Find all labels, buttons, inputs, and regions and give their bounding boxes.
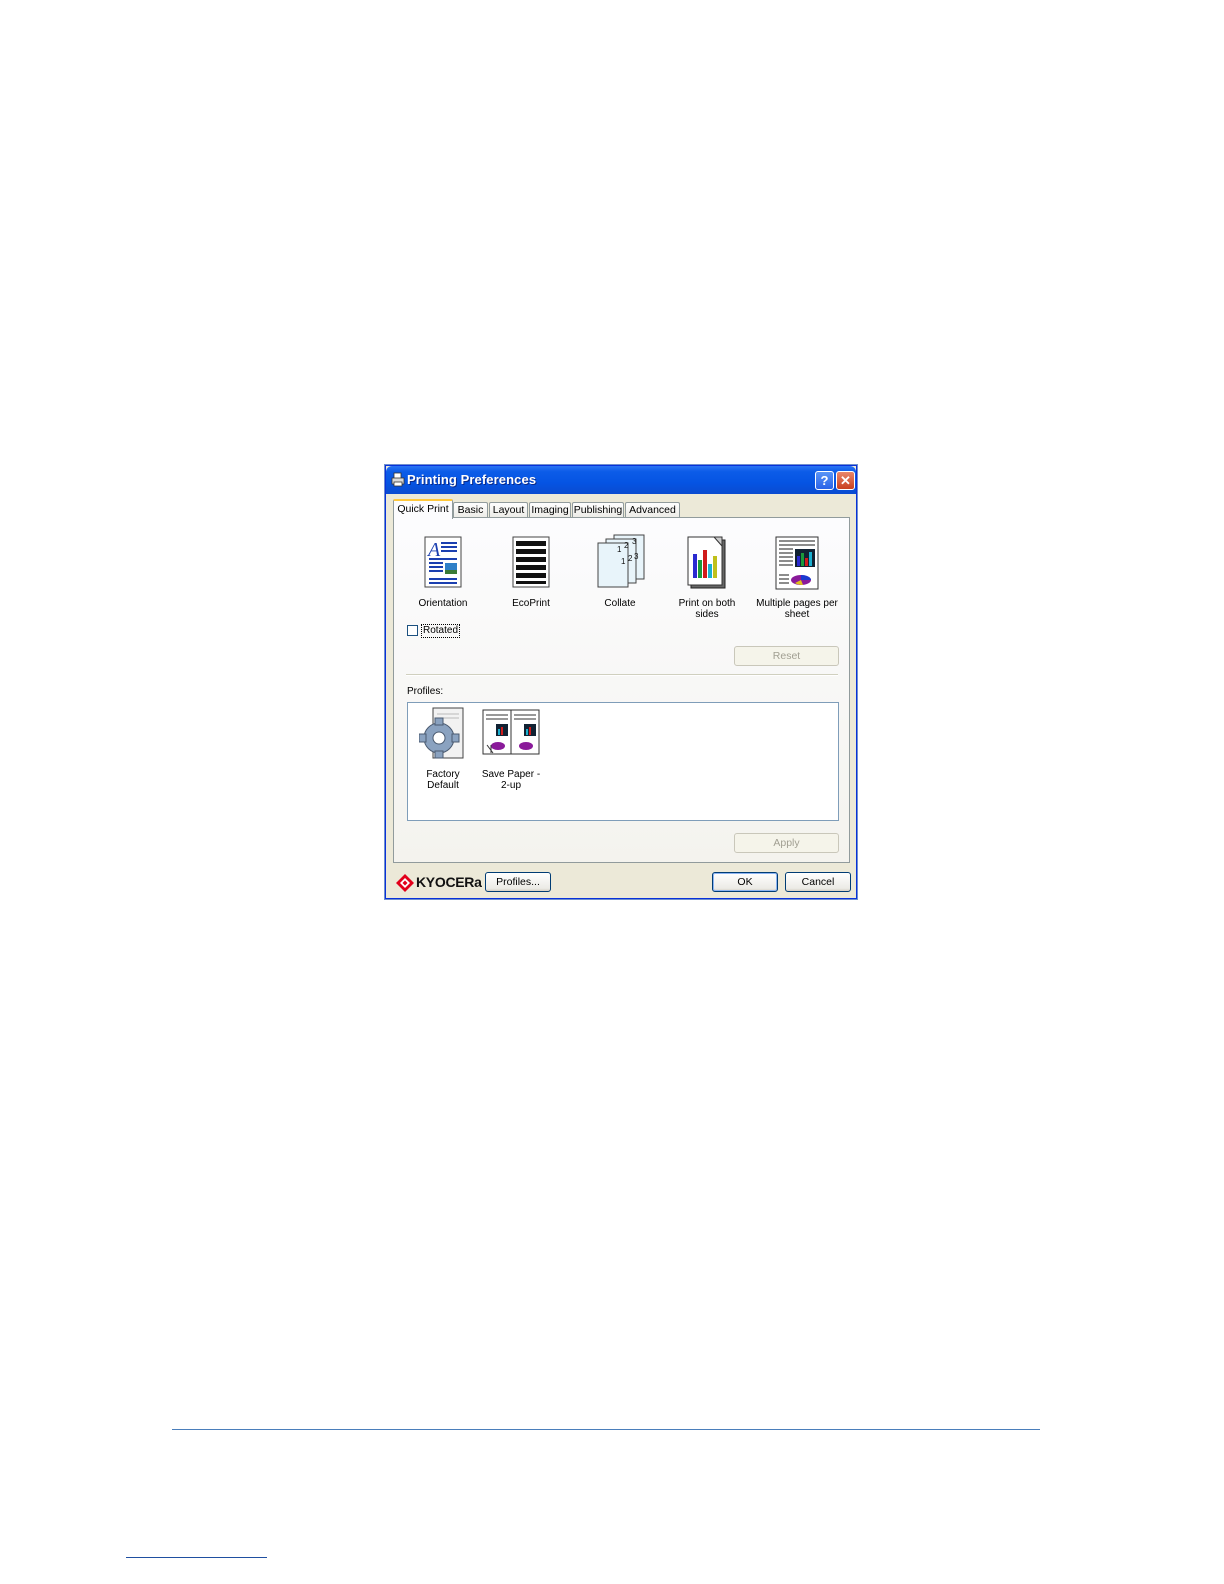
kyocera-logo-mark-icon	[396, 874, 414, 892]
svg-text:2: 2	[624, 541, 629, 550]
svg-text:1: 1	[617, 545, 622, 554]
multiple-pages-icon	[775, 536, 819, 590]
printing-preferences-dialog: Printing Preferences ? ✕ Quick Print Bas…	[385, 465, 857, 899]
window-title: Printing Preferences	[407, 472, 537, 487]
kyocera-logo: KYOCERa	[396, 873, 482, 893]
rotated-label[interactable]: Rotated	[421, 624, 461, 638]
printer-icon	[391, 472, 405, 487]
svg-text:3: 3	[634, 552, 639, 561]
profile-save-paper[interactable]: Save Paper - 2-up	[479, 706, 543, 791]
svg-text:3: 3	[632, 537, 637, 546]
multiple-pages-label: Multiple pages per sheet	[756, 598, 838, 620]
collate-label: Collate	[604, 598, 636, 609]
profiles-list[interactable]: Factory Default Save Paper - 2-up	[407, 702, 839, 821]
close-button[interactable]: ✕	[836, 471, 855, 490]
ecoprint-label: EcoPrint	[512, 598, 550, 609]
kyocera-wordmark: KYOCERa	[416, 874, 482, 890]
apply-button[interactable]: Apply	[734, 833, 839, 853]
section-divider	[406, 674, 838, 676]
duplex-label: Print on both sides	[678, 598, 736, 620]
collate-setting[interactable]: 3 2 1 3 2 1 Collate	[578, 534, 662, 609]
rotated-checkbox[interactable]	[407, 625, 418, 636]
cancel-button[interactable]: Cancel	[785, 872, 851, 892]
profiles-button[interactable]: Profiles...	[485, 872, 551, 892]
save-paper-icon	[482, 709, 540, 755]
tab-imaging[interactable]: Imaging	[529, 502, 571, 518]
footer-rule	[126, 1557, 267, 1558]
factory-default-label: Factory Default	[426, 769, 460, 791]
save-paper-label: Save Paper - 2-up	[481, 769, 541, 791]
title-bar[interactable]: Printing Preferences ? ✕	[386, 466, 856, 494]
tab-publishing[interactable]: Publishing	[572, 502, 624, 518]
profile-factory-default[interactable]: Factory Default	[411, 706, 475, 791]
multiple-pages-setting[interactable]: Multiple pages per sheet	[755, 534, 839, 620]
duplex-setting[interactable]: Print on both sides	[665, 534, 749, 620]
quick-print-panel: A Orientation EcoPrint 3 2 1 3 2 1 Colla…	[393, 517, 850, 863]
ecoprint-icon	[512, 536, 550, 588]
profiles-heading: Profiles:	[407, 686, 444, 697]
orientation-label: Orientation	[418, 598, 468, 609]
help-button[interactable]: ?	[815, 471, 834, 490]
tab-basic[interactable]: Basic	[453, 502, 488, 518]
ok-button[interactable]: OK	[712, 872, 778, 892]
svg-text:1: 1	[621, 557, 626, 566]
tab-quick-print[interactable]: Quick Print	[393, 499, 453, 519]
page-divider-line	[172, 1429, 1040, 1430]
orientation-setting[interactable]: A Orientation	[401, 534, 485, 609]
orientation-icon: A	[424, 536, 462, 588]
svg-text:A: A	[426, 539, 441, 561]
tab-advanced[interactable]: Advanced	[625, 502, 680, 518]
ecoprint-setting[interactable]: EcoPrint	[489, 534, 573, 609]
collate-icon: 3 2 1 3 2 1	[597, 534, 645, 588]
duplex-icon	[687, 536, 726, 589]
reset-button[interactable]: Reset	[734, 646, 839, 666]
factory-default-gear-icon	[418, 707, 464, 759]
tab-layout[interactable]: Layout	[489, 502, 528, 518]
svg-text:2: 2	[628, 554, 633, 563]
